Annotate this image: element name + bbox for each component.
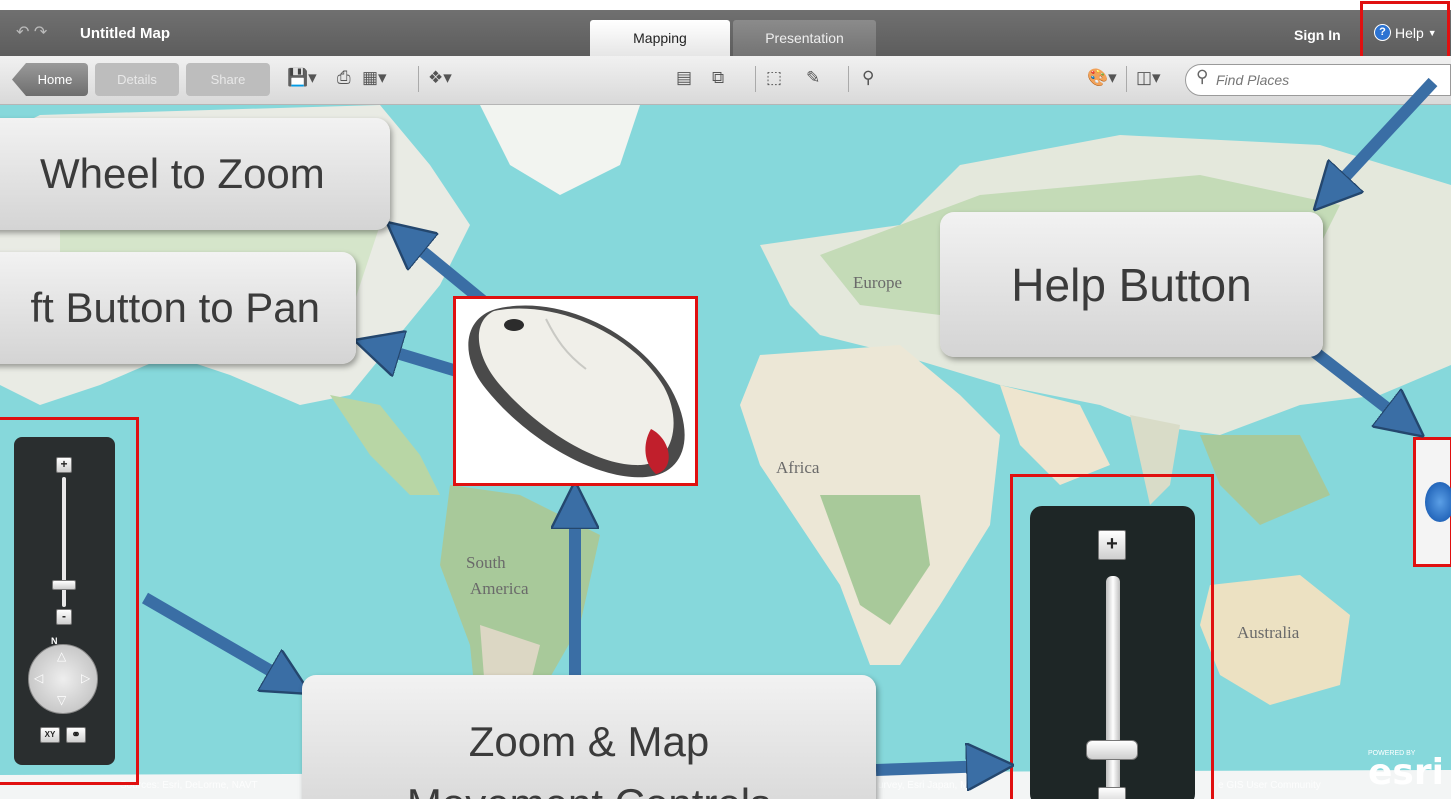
callout-zoom-controls: Zoom & Map Movement Controls bbox=[302, 675, 876, 799]
arrow-to-right-zoom bbox=[875, 766, 990, 770]
callout-zoom-line2: Movement Controls bbox=[407, 773, 771, 799]
mouse-icon bbox=[468, 305, 685, 478]
arrow-from-help bbox=[1330, 77, 1438, 193]
arrow-to-zoom-callout bbox=[141, 592, 290, 682]
callout-left-button-to-pan: ft Button to Pan bbox=[0, 252, 356, 364]
callout-help-button: Help Button bbox=[940, 212, 1323, 357]
callout-wheel-to-zoom: Wheel to Zoom bbox=[0, 118, 390, 230]
mouse-image bbox=[453, 296, 698, 486]
callout-zoom-line1: Zoom & Map bbox=[468, 718, 710, 765]
arrow-to-help-popup bbox=[1308, 345, 1405, 422]
